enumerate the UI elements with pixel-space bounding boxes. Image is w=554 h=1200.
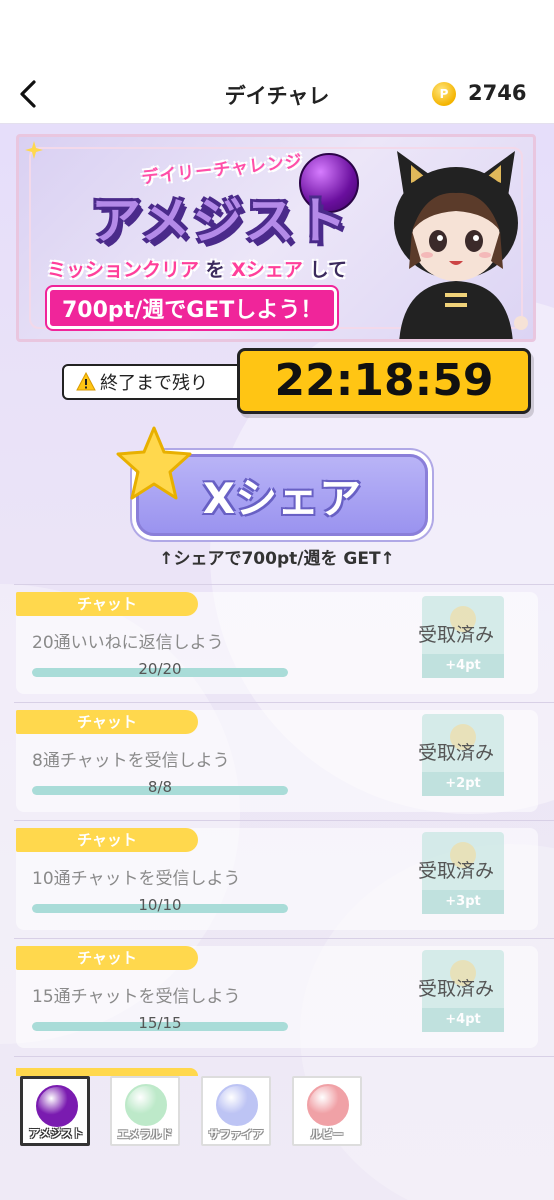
banner-instruction-part: ミッションクリア (47, 259, 200, 281)
gem-tab-sapphire[interactable]: サファイア (201, 1076, 271, 1146)
claimed-status: 受取済み (418, 742, 495, 764)
divider (14, 938, 554, 939)
progress-count: 20/20 (138, 660, 182, 678)
claimed-status: 受取済み (418, 624, 495, 646)
gem-tab-label: アメジスト (28, 1127, 84, 1140)
amethyst-gem-icon (36, 1085, 78, 1127)
time-remaining-text: 終了まで残り (100, 373, 208, 394)
emerald-gem-icon (125, 1084, 167, 1126)
mission-category-tag (16, 1068, 198, 1076)
gem-tab-ruby[interactable]: ルビー (292, 1076, 362, 1146)
gem-tab-label: エメラルド (117, 1128, 173, 1141)
divider (14, 702, 554, 703)
mission-card: チャット 8通チャットを受信しよう 8/8 +2pt 受取済み (16, 710, 538, 812)
mission-title: 15通チャットを受信しよう (32, 987, 241, 1007)
progress-count: 15/15 (138, 1014, 182, 1032)
mission-title: 20通いいねに返信しよう (32, 633, 224, 653)
claimed-status: 受取済み (418, 978, 495, 1000)
coin-icon: P (432, 82, 456, 106)
gem-tab-emerald[interactable]: エメラルド (110, 1076, 180, 1146)
banner-instruction-part: して (309, 259, 347, 281)
mission-category-tag: チャット (16, 828, 198, 852)
reward-points: +2pt (422, 772, 504, 796)
mission-category-tag: チャット (16, 592, 198, 616)
challenge-banner: デイリーチャレンジ アメジスト ミッションクリア を Xシェア して 700pt… (16, 134, 536, 342)
sparkle-icon (25, 141, 43, 159)
mission-title: 8通チャットを受信しよう (32, 751, 230, 771)
countdown-timer: 22:18:59 (237, 348, 531, 414)
ruby-gem-icon (307, 1084, 349, 1126)
mission-title: 10通チャットを受信しよう (32, 869, 241, 889)
progress-count: 10/10 (138, 896, 182, 914)
header-bar: デイチャレ P 2746 (0, 0, 554, 124)
reward-points: +3pt (422, 890, 504, 914)
sapphire-gem-icon (216, 1084, 258, 1126)
character-illustration (394, 151, 528, 339)
divider (14, 820, 554, 821)
star-icon (116, 426, 192, 500)
time-remaining-label: 終了まで残り (62, 364, 244, 400)
progress-count: 8/8 (147, 778, 173, 796)
divider (14, 1056, 554, 1057)
banner-reward-text: 700pt/週でGETしよう！ (47, 287, 338, 329)
mission-card: チャット 15通チャットを受信しよう 15/15 +4pt 受取済み (16, 946, 538, 1048)
gem-tab-amethyst[interactable]: アメジスト (20, 1076, 90, 1146)
mission-category-tag: チャット (16, 710, 198, 734)
claimed-status: 受取済み (418, 860, 495, 882)
mission-category-tag: チャット (16, 946, 198, 970)
banner-instruction-part: を (205, 259, 225, 281)
main-content: デイリーチャレンジ アメジスト ミッションクリア を Xシェア して 700pt… (0, 124, 554, 1200)
banner-instruction: ミッションクリア を Xシェア して (47, 255, 347, 282)
banner-instruction-part: Xシェア (231, 259, 303, 281)
mission-card: チャット 20通いいねに返信しよう 20/20 +4pt 受取済み (16, 592, 538, 694)
gem-tab-bar: アメジスト エメラルド サファイア ルビー (0, 1068, 554, 1200)
gem-tab-label: サファイア (208, 1128, 264, 1141)
points-balance: 2746 (468, 81, 527, 105)
gem-tab-label: ルビー (310, 1128, 344, 1141)
warning-icon (76, 372, 96, 391)
divider (14, 584, 554, 585)
banner-title: アメジスト (91, 192, 349, 250)
reward-points: +4pt (422, 1008, 504, 1032)
mission-card: チャット 10通チャットを受信しよう 10/10 +3pt 受取済み (16, 828, 538, 930)
reward-points: +4pt (422, 654, 504, 678)
share-caption: ↑シェアで700pt/週を GET↑ (159, 549, 395, 569)
